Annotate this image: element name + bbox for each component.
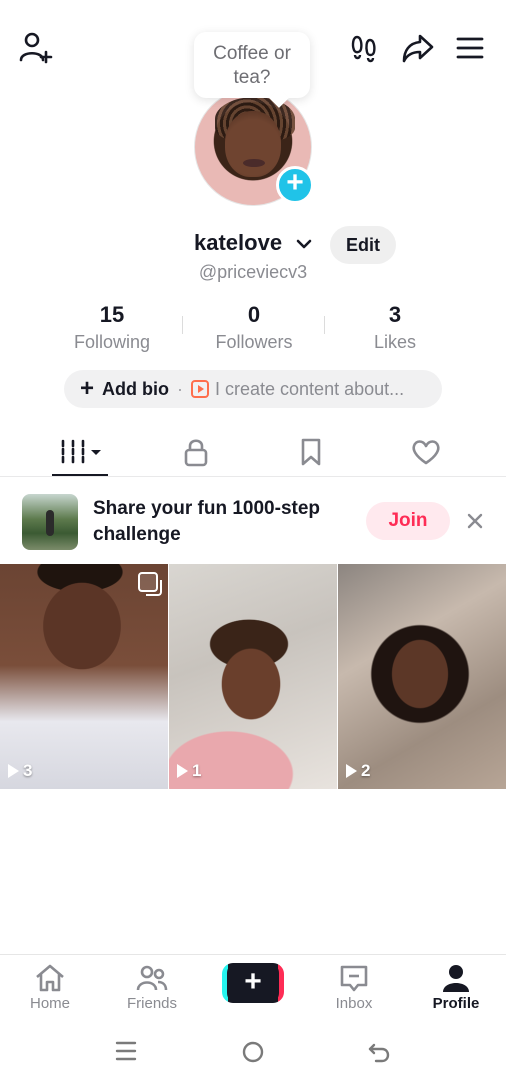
person-plus-icon bbox=[19, 32, 53, 64]
video-thumbnail-1[interactable]: 3 bbox=[0, 564, 168, 789]
tab-favorites[interactable] bbox=[281, 428, 341, 476]
edit-profile-button[interactable]: Edit bbox=[330, 226, 396, 264]
tab-videos[interactable] bbox=[50, 428, 110, 476]
create-plus-icon: + bbox=[227, 963, 279, 1003]
stat-likes[interactable]: 3 Likes bbox=[325, 302, 465, 354]
username[interactable]: katelove bbox=[194, 230, 282, 256]
nav-friends[interactable]: Friends bbox=[112, 963, 192, 1012]
video-thumbnail-3[interactable]: 2 bbox=[338, 564, 506, 789]
add-avatar-button[interactable]: + bbox=[276, 166, 314, 204]
tab-private[interactable] bbox=[166, 428, 226, 476]
grid-icon bbox=[61, 439, 101, 465]
home-circle-icon[interactable] bbox=[240, 1039, 266, 1065]
tab-liked[interactable] bbox=[396, 428, 456, 476]
stat-value: 15 bbox=[99, 302, 125, 327]
video-thumbnail-2[interactable]: 1 bbox=[169, 564, 337, 789]
status-bubble-line1: Coffee or bbox=[213, 43, 291, 64]
play-icon bbox=[177, 764, 188, 778]
play-icon bbox=[8, 764, 19, 778]
stat-following[interactable]: 15 Following bbox=[42, 302, 182, 354]
bottom-nav: Home Friends + Inbox Profile bbox=[0, 954, 506, 1020]
plus-icon: + bbox=[80, 375, 95, 402]
inbox-icon bbox=[340, 965, 368, 992]
stat-label: Likes bbox=[373, 332, 417, 352]
create-button[interactable]: + bbox=[222, 963, 284, 1003]
close-icon bbox=[467, 513, 483, 529]
plus-icon: + bbox=[286, 166, 304, 199]
nav-inbox-label: Inbox bbox=[335, 995, 373, 1012]
username-row: katelove Edit bbox=[0, 226, 506, 266]
share-button[interactable] bbox=[396, 26, 440, 70]
status-bubble[interactable]: Coffee or tea? bbox=[194, 32, 310, 98]
add-bio-button[interactable]: + Add bio · I create content about... bbox=[64, 370, 442, 408]
view-count: 3 bbox=[8, 761, 32, 781]
stat-value: 0 bbox=[247, 302, 261, 327]
stat-label: Following bbox=[73, 332, 151, 352]
lock-icon bbox=[184, 439, 208, 467]
bio-separator: · bbox=[177, 378, 183, 399]
avatar-lips bbox=[243, 159, 265, 167]
view-count-value: 2 bbox=[361, 761, 371, 780]
stat-divider bbox=[182, 316, 183, 334]
footprints-icon bbox=[351, 35, 376, 63]
tabs-divider bbox=[0, 476, 506, 477]
friends-icon bbox=[136, 965, 168, 991]
view-count: 1 bbox=[177, 761, 201, 781]
challenge-thumbnail[interactable] bbox=[22, 494, 78, 550]
share-arrow-icon bbox=[402, 34, 434, 63]
join-challenge-button[interactable]: Join bbox=[366, 502, 450, 540]
add-friend-button[interactable] bbox=[14, 26, 58, 70]
add-bio-label: Add bio bbox=[102, 378, 169, 399]
menu-button[interactable] bbox=[448, 26, 492, 70]
recent-apps-icon[interactable] bbox=[114, 1040, 138, 1062]
photo-mode-icon bbox=[138, 572, 162, 596]
profile-views-button[interactable] bbox=[344, 26, 386, 70]
chevron-down-icon[interactable] bbox=[294, 234, 314, 254]
nav-inbox[interactable]: Inbox bbox=[314, 963, 394, 1012]
nav-profile-label: Profile bbox=[432, 995, 480, 1012]
bio-placeholder: I create content about... bbox=[215, 378, 405, 399]
bookmark-icon bbox=[301, 438, 321, 466]
view-count: 2 bbox=[346, 761, 370, 781]
home-icon bbox=[36, 964, 64, 992]
nav-home-label: Home bbox=[29, 995, 70, 1012]
avatar-face bbox=[225, 111, 281, 177]
stat-label: Followers bbox=[215, 332, 293, 352]
play-icon bbox=[346, 764, 357, 778]
nav-home[interactable]: Home bbox=[10, 963, 90, 1012]
view-count-value: 1 bbox=[192, 761, 202, 780]
video-play-icon bbox=[191, 380, 209, 398]
nav-profile[interactable]: Profile bbox=[416, 963, 496, 1012]
system-navigation-bar bbox=[0, 1020, 506, 1080]
back-icon[interactable] bbox=[366, 1039, 392, 1065]
stat-value: 3 bbox=[388, 302, 402, 327]
nav-friends-label: Friends bbox=[126, 995, 178, 1012]
challenge-text[interactable]: Share your fun 1000-step challenge bbox=[93, 496, 355, 548]
view-count-value: 3 bbox=[23, 761, 33, 780]
stat-followers[interactable]: 0 Followers bbox=[184, 302, 324, 354]
hamburger-menu-icon bbox=[456, 37, 484, 59]
user-handle: @priceviecv3 bbox=[198, 262, 308, 282]
status-bubble-line2: tea? bbox=[233, 67, 271, 88]
profile-icon bbox=[443, 965, 469, 992]
heart-icon bbox=[412, 440, 440, 465]
close-challenge-button[interactable] bbox=[462, 508, 488, 534]
